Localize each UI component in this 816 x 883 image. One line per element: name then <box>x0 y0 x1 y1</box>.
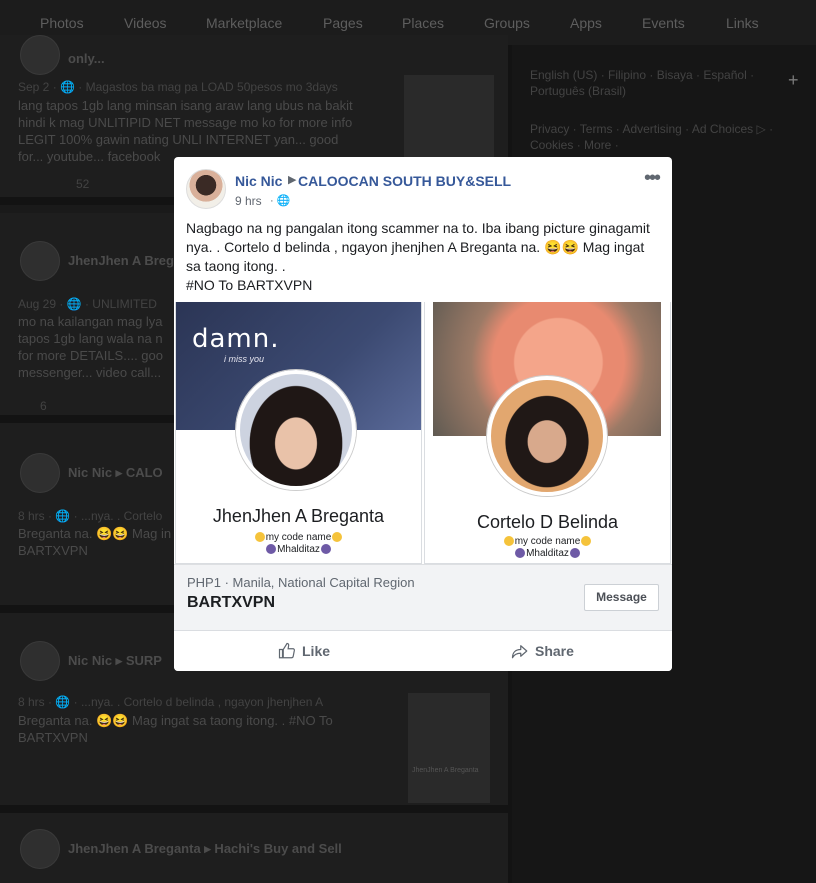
post-text: lang tapos 1gb lang minsan isang araw la… <box>18 98 353 164</box>
avatar[interactable] <box>20 829 60 869</box>
avatar[interactable] <box>20 241 60 281</box>
footer-links[interactable]: Privacy · Terms · Advertising · Ad Choic… <box>530 121 800 153</box>
avatar[interactable] <box>20 35 60 75</box>
profile-card-2[interactable]: Cortelo D Belinda my code name Mhalditaz <box>424 302 671 564</box>
post-meta: 8 hrs · 🌐 · ...nya. . Cortelo <box>18 509 163 523</box>
nav-pages[interactable]: Pages <box>323 15 363 31</box>
heart-eyes-emoji-icon <box>254 532 265 543</box>
profile-name: JhenJhen A Breganta <box>212 506 385 526</box>
cover-text: damn. <box>192 324 280 354</box>
share-button[interactable]: Share <box>511 642 574 660</box>
bio-line-2: Mhalditaz <box>277 544 320 555</box>
post-author[interactable]: Nic Nic ▸ SURP <box>68 653 162 669</box>
post-author[interactable]: Nic Nic ▸ CALO <box>68 465 163 481</box>
post-meta: 8 hrs · 🌐 · ...nya. . Cortelo d belinda … <box>18 695 324 709</box>
devil-emoji-icon <box>569 548 580 559</box>
post-thumbnail[interactable]: JhenJhen A Breganta <box>408 693 490 803</box>
nav-links[interactable]: Links <box>726 15 759 31</box>
profile-bio: my code name Mhalditaz <box>425 536 670 560</box>
author-avatar[interactable] <box>186 169 226 209</box>
devil-emoji-icon <box>320 544 331 555</box>
nav-apps[interactable]: Apps <box>570 15 602 31</box>
post-actions: Like Share <box>174 630 672 671</box>
heart-eyes-emoji-icon <box>503 536 514 547</box>
post-text: Breganta na. 😆😆 Mag in BARTXVPN <box>18 526 172 558</box>
post-text: Nagbago na ng pangalan itong scammer na … <box>186 220 650 293</box>
post-text: Breganta na. 😆😆 Mag ingat sa taong itong… <box>18 713 333 745</box>
globe-icon: · 🌐 <box>270 195 291 207</box>
heart-eyes-emoji-icon <box>581 536 592 547</box>
add-language-icon[interactable]: + <box>788 70 799 91</box>
more-options-icon[interactable]: ••• <box>644 167 661 190</box>
nav-places[interactable]: Places <box>402 15 444 31</box>
post-text: mo na kailangan mag lya tapos 1gb lang w… <box>18 314 163 380</box>
message-button[interactable]: Message <box>584 584 659 611</box>
feed-post: JhenJhen A Breganta ▸ Hachi's Buy and Se… <box>0 813 508 883</box>
profile-card-1[interactable]: damn. i miss you JhenJhen A Breganta my … <box>175 302 422 564</box>
bio-line-1: my code name <box>265 532 332 543</box>
thumbnail-label: JhenJhen A Breganta <box>412 767 479 774</box>
post-title-fragment: only... <box>68 51 105 66</box>
page-subtitle: PHP1 · Manila, National Capital Region <box>187 575 415 590</box>
like-label: Like <box>302 643 331 659</box>
thumbs-up-icon <box>278 642 295 659</box>
nav-groups[interactable]: Groups <box>484 15 530 31</box>
post-thumbnail[interactable] <box>404 75 494 170</box>
nav-events[interactable]: Events <box>642 15 685 31</box>
profile-picture <box>236 370 356 490</box>
post-meta: Sep 2 · 🌐 · Magastos ba mag pa LOAD 50pe… <box>18 80 338 94</box>
post-time[interactable]: 9 hrs <box>235 194 262 208</box>
bio-line-2: Mhalditaz <box>526 548 569 559</box>
post-dialog: Nic Nic ▶ CALOOCAN SOUTH BUY&SELL 9 hrs … <box>174 157 672 671</box>
profile-bio: my code name Mhalditaz <box>176 532 421 556</box>
profile-picture <box>487 376 607 496</box>
share-label: Share <box>535 643 574 659</box>
group-name[interactable]: CALOOCAN SOUTH BUY&SELL <box>298 173 511 189</box>
nav-marketplace[interactable]: Marketplace <box>206 15 282 31</box>
cover-subtext: i miss you <box>224 354 265 364</box>
page-ad-bar[interactable]: PHP1 · Manila, National Capital Region B… <box>174 564 672 630</box>
page-title[interactable]: BARTXVPN <box>187 594 275 612</box>
nav-photos[interactable]: Photos <box>40 15 84 31</box>
reaction-count[interactable]: 52 <box>76 177 89 191</box>
bio-line-1: my code name <box>514 536 581 547</box>
profile-name: Cortelo D Belinda <box>476 512 619 532</box>
devil-emoji-icon <box>266 544 277 555</box>
language-links[interactable]: English (US) · Filipino · Bisaya · Españ… <box>530 67 780 99</box>
arrow-right-icon: ▶ <box>288 174 297 186</box>
heart-eyes-emoji-icon <box>332 532 343 543</box>
reaction-count[interactable]: 6 <box>40 399 47 413</box>
avatar[interactable] <box>20 641 60 681</box>
devil-emoji-icon <box>515 548 526 559</box>
nav-videos[interactable]: Videos <box>124 15 167 31</box>
like-button[interactable]: Like <box>278 642 330 660</box>
avatar[interactable] <box>20 453 60 493</box>
post-author[interactable]: JhenJhen A Breganta ▸ Hachi's Buy and Se… <box>68 841 342 857</box>
share-arrow-icon <box>511 645 528 659</box>
author-name[interactable]: Nic Nic <box>235 173 282 189</box>
post-photos[interactable]: damn. i miss you JhenJhen A Breganta my … <box>174 302 672 564</box>
post-meta: Aug 29 · 🌐 · UNLIMITED <box>18 297 157 311</box>
